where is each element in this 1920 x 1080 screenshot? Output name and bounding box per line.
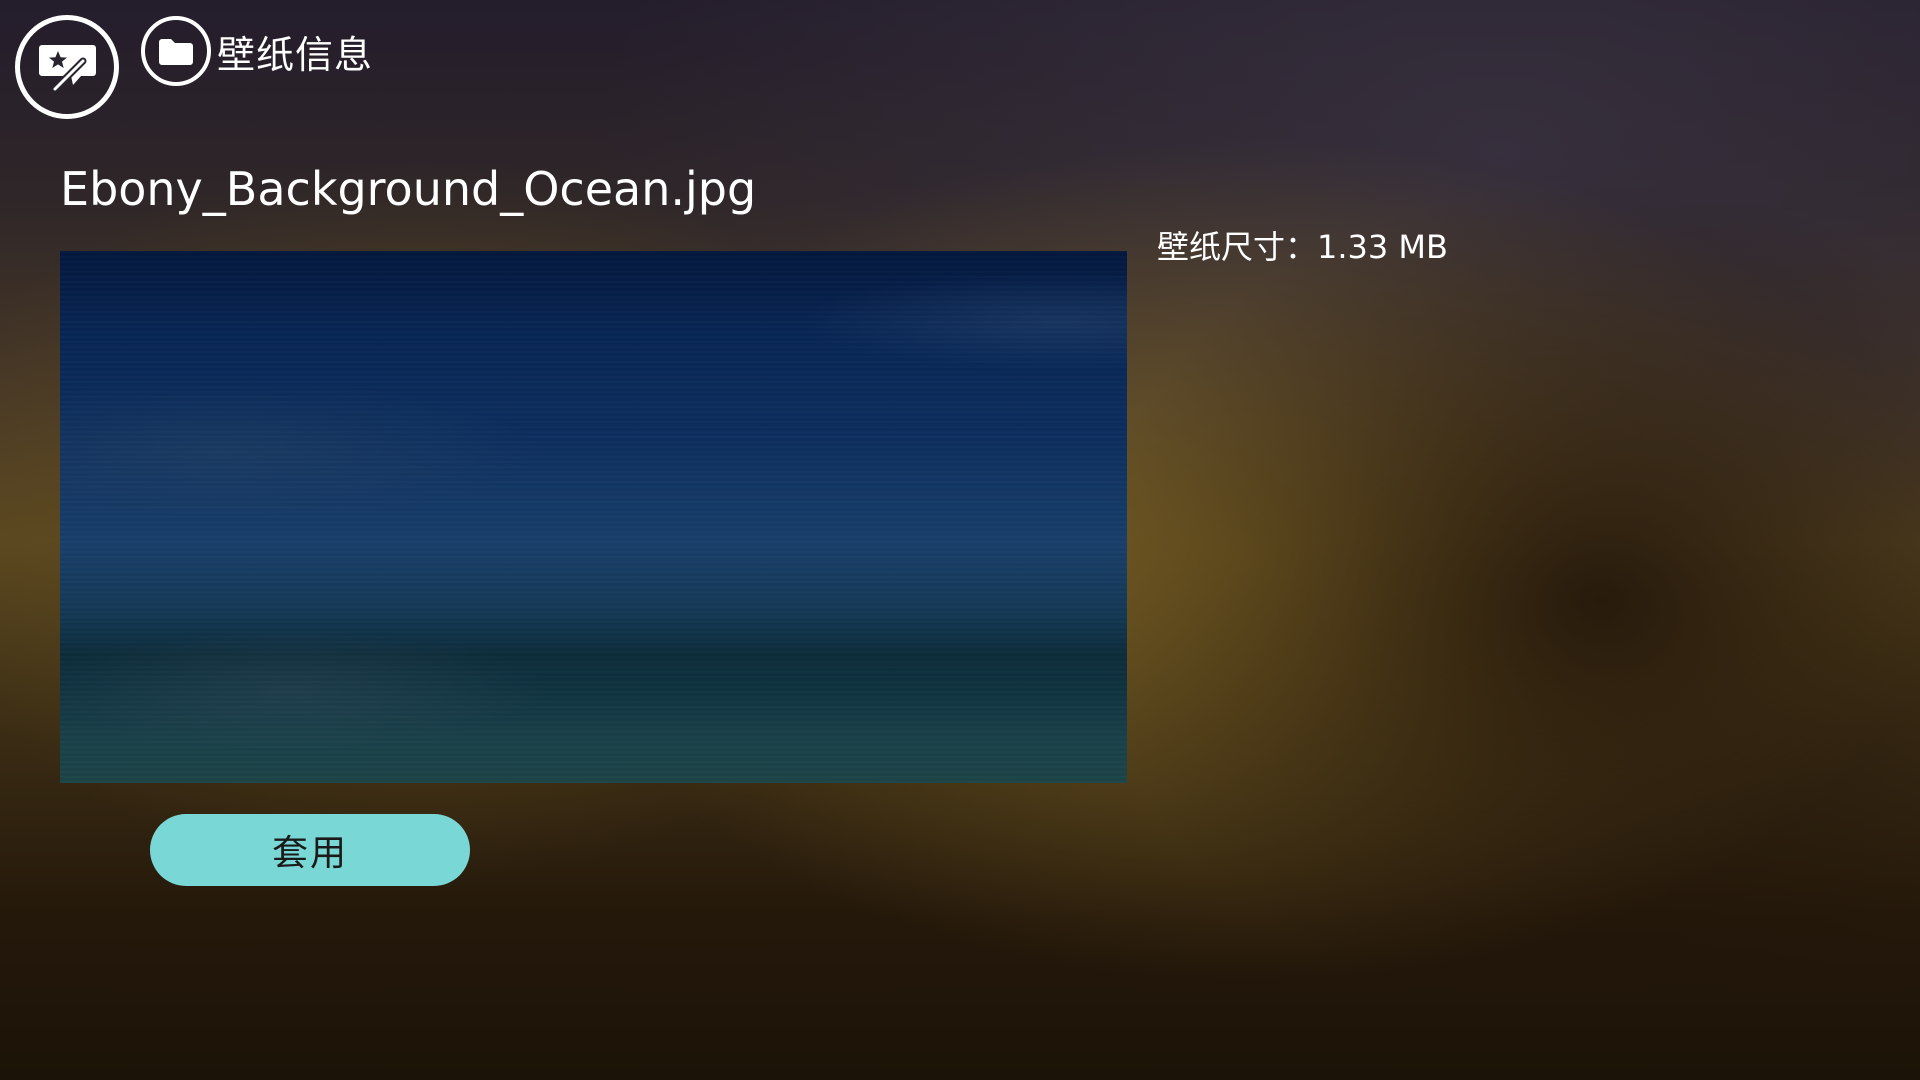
breadcrumb: 壁纸信息 [141,15,373,87]
wallpaper-edit-icon [39,45,96,93]
wallpaper-preview-image [60,251,1127,783]
wallpaper-size-label: 壁纸尺寸：1.33 MB [1157,228,1448,266]
folder-icon[interactable] [141,16,211,86]
apply-button[interactable]: 套用 [150,814,470,886]
wallpaper-app-icon[interactable] [15,15,119,119]
wallpaper-file-name: Ebony_Background_Ocean.jpg [60,162,757,216]
page-title: 壁纸信息 [217,32,374,77]
